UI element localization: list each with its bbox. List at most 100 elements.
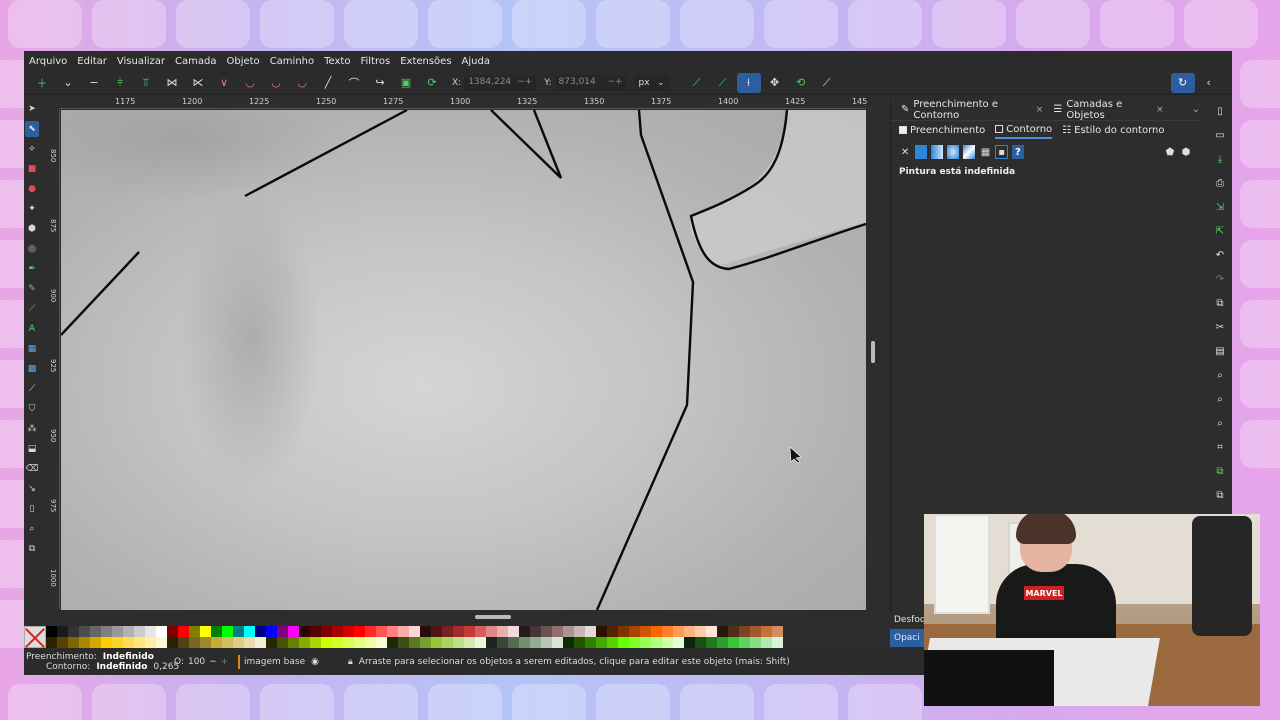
drawing-canvas[interactable] <box>61 110 866 610</box>
palette-swatch[interactable] <box>475 637 486 648</box>
palette-swatch[interactable] <box>673 626 684 637</box>
palette-swatch[interactable] <box>376 637 387 648</box>
palette-swatch[interactable] <box>684 637 695 648</box>
show-handles-icon[interactable]: ⟊ <box>736 72 761 93</box>
palette-swatch[interactable] <box>244 637 255 648</box>
palette-swatch[interactable] <box>167 626 178 637</box>
palette-swatch[interactable] <box>706 637 717 648</box>
palette-swatch[interactable] <box>321 626 332 637</box>
opacity-value[interactable]: 100 <box>188 657 205 667</box>
palette-swatch[interactable] <box>508 626 519 637</box>
palette-swatch[interactable] <box>178 626 189 637</box>
duplicate-icon[interactable]: ⧉ <box>1212 463 1228 479</box>
palette-swatch[interactable] <box>310 626 321 637</box>
palette-swatch[interactable] <box>552 637 563 648</box>
palette-swatch[interactable] <box>585 637 596 648</box>
menu-texto[interactable]: Texto <box>324 56 350 67</box>
palette-swatch[interactable] <box>530 626 541 637</box>
chevron-down-icon[interactable]: ⌄ <box>1192 104 1200 115</box>
palette-swatch[interactable] <box>376 626 387 637</box>
insert-node-icon[interactable]: ＋ <box>30 73 54 93</box>
swatch-icon[interactable]: ▪ <box>995 145 1008 159</box>
eye-icon[interactable]: ◉ <box>311 657 319 667</box>
smooth-node-icon[interactable]: ◡ <box>238 73 262 93</box>
menu-editar[interactable]: Editar <box>77 56 107 67</box>
text-tool-icon[interactable]: A <box>25 321 39 337</box>
palette-swatch[interactable] <box>684 626 695 637</box>
clip-path-edit-icon[interactable]: ⟋ <box>685 73 709 93</box>
palette-swatch[interactable] <box>530 637 541 648</box>
horizontal-scrollbar[interactable] <box>61 612 866 622</box>
auto-smooth-node-icon[interactable]: ◡ <box>290 73 314 93</box>
tweak-tool-icon[interactable]: ⟡ <box>25 141 39 157</box>
palette-swatch[interactable] <box>464 626 475 637</box>
palette-swatch[interactable] <box>244 626 255 637</box>
palette-swatch[interactable] <box>717 637 728 648</box>
palette-swatch[interactable] <box>145 637 156 648</box>
ellipse-tool-icon[interactable]: ● <box>25 181 39 197</box>
palette-swatch[interactable] <box>706 626 717 637</box>
palette-swatch[interactable] <box>156 637 167 648</box>
palette-swatch[interactable] <box>112 637 123 648</box>
menu-caminho[interactable]: Caminho <box>270 56 314 67</box>
palette-swatch[interactable] <box>453 626 464 637</box>
gradient-tool-icon[interactable]: ▦ <box>25 341 39 357</box>
mesh-gradient-icon[interactable] <box>963 145 976 159</box>
redo-icon[interactable]: ↷ <box>1212 271 1228 287</box>
palette-swatch[interactable] <box>464 637 475 648</box>
palette-swatch[interactable] <box>112 626 123 637</box>
zoom-drawing-icon[interactable]: ⌕ <box>1212 391 1228 407</box>
palette-swatch[interactable] <box>354 637 365 648</box>
object-to-path-icon[interactable]: ↪ <box>368 73 392 93</box>
palette-swatch[interactable] <box>475 626 486 637</box>
palette-swatch[interactable] <box>574 626 585 637</box>
vertical-scrollbar[interactable] <box>869 111 877 611</box>
palette-swatch[interactable] <box>497 626 508 637</box>
shape-builder-tool-icon[interactable]: ⬓ <box>25 441 39 457</box>
palette-swatch[interactable] <box>167 637 178 648</box>
import-icon[interactable]: ⇲ <box>1212 199 1228 215</box>
menu-camada[interactable]: Camada <box>175 56 216 67</box>
scroll-thumb[interactable] <box>871 341 875 363</box>
palette-swatch[interactable] <box>288 637 299 648</box>
palette-swatch[interactable] <box>739 637 750 648</box>
palette-swatch[interactable] <box>46 637 57 648</box>
palette-swatch[interactable] <box>200 637 211 648</box>
palette-swatch[interactable] <box>332 626 343 637</box>
cusp-node-icon[interactable]: ∨ <box>212 73 236 93</box>
break-path-icon[interactable]: ⫪ <box>134 73 158 93</box>
mesh-tool-icon[interactable]: ▩ <box>25 361 39 377</box>
palette-swatch[interactable] <box>431 626 442 637</box>
palette-swatch[interactable] <box>266 637 277 648</box>
collapse-icon[interactable]: ‹ <box>1197 73 1221 93</box>
palette-swatch[interactable] <box>288 626 299 637</box>
palette-swatch[interactable] <box>79 637 90 648</box>
fill-indicator[interactable]: Preenchimento: Indefinido <box>26 652 174 662</box>
paste-icon[interactable]: ▤ <box>1212 343 1228 359</box>
palette-swatch[interactable] <box>343 637 354 648</box>
minus-icon[interactable]: − <box>209 657 217 667</box>
dropper-tool-icon[interactable]: ⟋ <box>25 381 39 397</box>
connector-tool-icon[interactable]: ↘ <box>25 481 39 497</box>
menu-arquivo[interactable]: Arquivo <box>29 56 67 67</box>
tab-fill-and-stroke[interactable]: ✎ Preenchimento e Contorno × <box>901 99 1043 121</box>
palette-swatch[interactable] <box>497 637 508 648</box>
palette-swatch[interactable] <box>585 626 596 637</box>
show-outline-icon[interactable]: ⟲ <box>789 73 813 93</box>
new-document-icon[interactable]: ▯ <box>1212 103 1228 119</box>
spray-tool-icon[interactable]: ⁂ <box>25 421 39 437</box>
palette-swatch[interactable] <box>618 637 629 648</box>
delete-node-icon[interactable]: − <box>82 73 106 93</box>
snap-toggle-icon[interactable]: ↻ <box>1170 72 1195 93</box>
subtab-fill[interactable]: Preenchimento <box>899 125 985 138</box>
current-layer[interactable]: imagem base ◉ <box>238 655 348 669</box>
save-icon[interactable]: ⤓ <box>1212 151 1228 167</box>
palette-swatch[interactable] <box>519 637 530 648</box>
palette-swatch[interactable] <box>629 637 640 648</box>
radial-gradient-icon[interactable] <box>947 145 960 159</box>
palette-swatch[interactable] <box>409 637 420 648</box>
palette-swatch[interactable] <box>57 637 68 648</box>
join-segment-icon[interactable]: ⋈ <box>160 73 184 93</box>
fill-rule-evenodd-icon[interactable]: ⬟ <box>1164 145 1176 159</box>
unit-select[interactable]: px ⌄ <box>634 74 669 91</box>
